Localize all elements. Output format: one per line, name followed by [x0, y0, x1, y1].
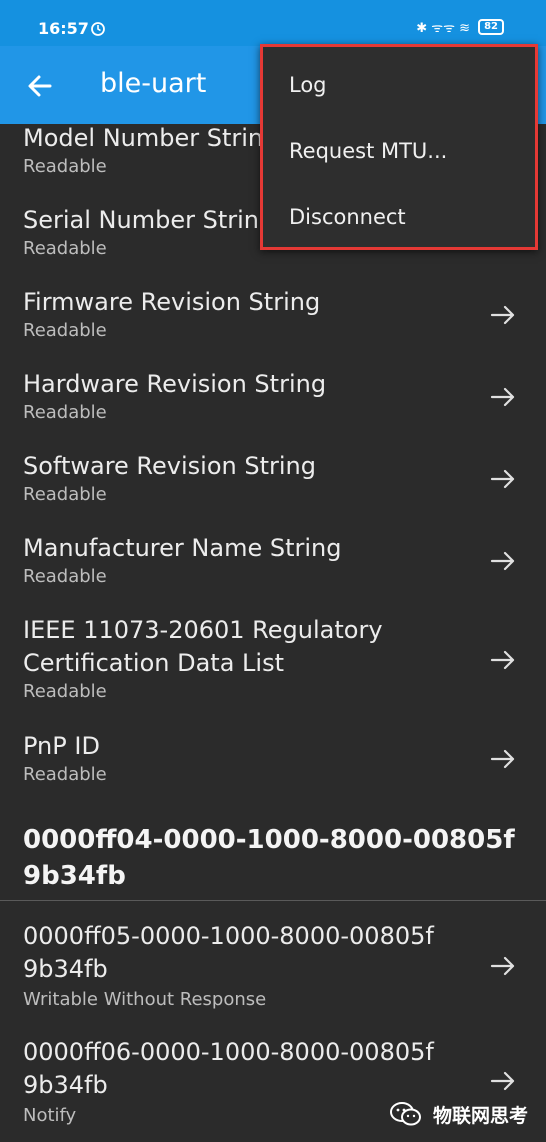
- item-title-line2: 9b34fb: [23, 955, 108, 983]
- battery-icon: 82: [478, 19, 504, 35]
- item-title: Firmware Revision String: [23, 288, 321, 316]
- item-subtitle: Readable: [23, 402, 107, 423]
- back-arrow-icon[interactable]: [22, 68, 58, 104]
- list-item[interactable]: Firmware Revision String Readable: [0, 288, 546, 370]
- list-item[interactable]: Software Revision String Readable: [0, 452, 546, 534]
- arrow-right-icon[interactable]: [490, 548, 516, 574]
- item-title-line2: 9b34fb: [23, 1071, 108, 1099]
- watermark: 物联网思考: [389, 1100, 528, 1128]
- service-uuid-line2: 9b34fb: [23, 861, 126, 891]
- item-title: Hardware Revision String: [23, 370, 327, 398]
- watermark-text: 物联网思考: [432, 1104, 528, 1127]
- item-title: Manufacturer Name String: [23, 534, 342, 562]
- item-subtitle: Readable: [23, 484, 107, 505]
- page-title: ble-uart: [100, 68, 207, 99]
- item-subtitle: Readable: [23, 764, 107, 785]
- arrow-right-icon[interactable]: [490, 746, 516, 772]
- service-header[interactable]: 0000ff04-0000-1000-8000-00805f 9b34fb: [23, 822, 515, 894]
- alarm-icon: [91, 22, 105, 36]
- item-subtitle: Notify: [23, 1105, 77, 1126]
- list-item[interactable]: Hardware Revision String Readable: [0, 370, 546, 452]
- arrow-right-icon[interactable]: [490, 953, 516, 979]
- item-subtitle: Readable: [23, 681, 107, 702]
- list-item[interactable]: Manufacturer Name String Readable: [0, 534, 546, 616]
- menu-item-log[interactable]: Log: [289, 73, 327, 97]
- item-subtitle: Readable: [23, 566, 107, 587]
- arrow-right-icon[interactable]: [490, 1068, 516, 1094]
- status-time: 16:57: [38, 19, 89, 38]
- item-subtitle: Readable: [23, 320, 107, 341]
- divider: [0, 900, 546, 901]
- service-uuid-line1: 0000ff04-0000-1000-8000-00805f: [23, 825, 515, 855]
- arrow-right-icon[interactable]: [490, 466, 516, 492]
- characteristic-list: Model Number String Readable Serial Numb…: [0, 124, 546, 1142]
- arrow-right-icon[interactable]: [490, 302, 516, 328]
- menu-item-disconnect[interactable]: Disconnect: [289, 205, 406, 229]
- status-bar: 16:57 ✱ ᯤᯤ ≋ 82: [0, 0, 546, 46]
- status-icons: ✱ ᯤᯤ ≋ 82: [416, 18, 504, 36]
- item-subtitle: Readable: [23, 238, 107, 259]
- item-title: PnP ID: [23, 732, 100, 760]
- list-item[interactable]: IEEE 11073-20601 Regulatory Certificatio…: [0, 616, 546, 732]
- signal-icons: ✱ ᯤᯤ ≋: [416, 21, 471, 36]
- wechat-icon: [389, 1102, 421, 1126]
- arrow-right-icon[interactable]: [490, 384, 516, 410]
- list-item[interactable]: 0000ff05-0000-1000-8000-00805f 9b34fb Wr…: [0, 916, 546, 1030]
- item-subtitle: Writable Without Response: [23, 989, 267, 1010]
- overflow-menu: Log Request MTU... Disconnect: [260, 44, 538, 250]
- item-subtitle: Readable: [23, 156, 107, 177]
- item-title-line1: IEEE 11073-20601 Regulatory: [23, 616, 383, 644]
- item-title: Software Revision String: [23, 452, 316, 480]
- list-item[interactable]: PnP ID Readable: [0, 732, 546, 814]
- item-title-line1: 0000ff06-0000-1000-8000-00805f: [23, 1038, 434, 1066]
- item-title: Serial Number String: [23, 206, 275, 234]
- item-title-line2: Certification Data List: [23, 649, 284, 677]
- item-title-line1: 0000ff05-0000-1000-8000-00805f: [23, 922, 434, 950]
- item-title: Model Number String: [23, 124, 279, 152]
- menu-item-request-mtu[interactable]: Request MTU...: [289, 139, 447, 163]
- arrow-right-icon[interactable]: [490, 647, 516, 673]
